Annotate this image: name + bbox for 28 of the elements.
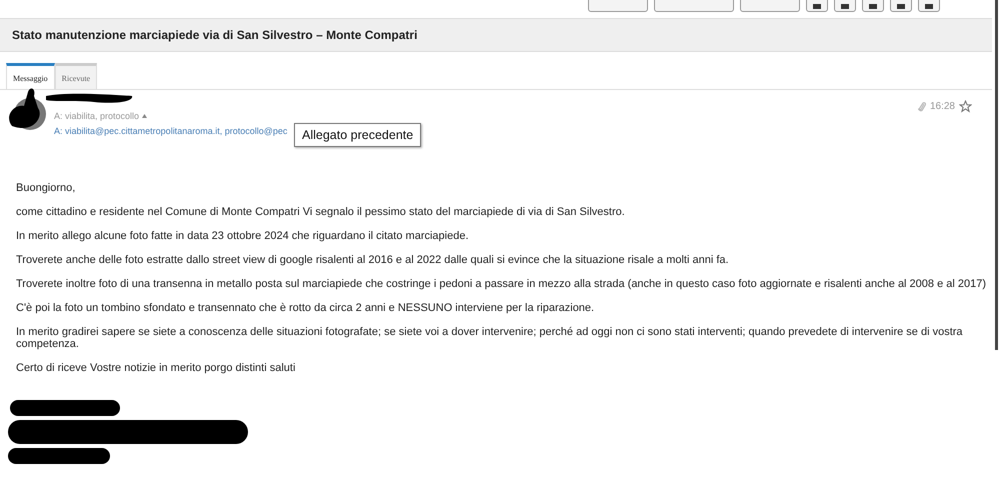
square-icon (897, 4, 905, 9)
email-paragraph: Certo di riceve Vostre notizie in merito porgo distinti saluti (16, 362, 296, 374)
square-icon (813, 4, 821, 9)
caret-icon[interactable] (142, 114, 148, 118)
email-paragraph: C'è poi la foto un tombino sfondato e transennato che è rotto da circa 2 anni e NESSUNO interviene per la riparazione. (16, 302, 596, 314)
tab[interactable]: Messaggio (6, 63, 55, 89)
recipients-summary[interactable]: A: viabilita, protocollo (54, 111, 140, 121)
tab[interactable]: Ricevute (54, 63, 98, 89)
toolbar-button[interactable] (862, 0, 884, 12)
email-paragraph: In merito gradirei sapere se siete a conoscenza delle situazioni fotografate; se siete voi a dover intervenire; perché ad oggi non ci sono stati interventi; quando prevedete di intervenire se di vostra competenza. (16, 326, 964, 350)
email-paragraph: Troverete anche delle foto estratte dallo street view di google risalenti al 2016 e al 2022 dalle quali si evince che la situazione risale a molti anni fa. (16, 254, 730, 266)
toolbar-button[interactable] (806, 0, 828, 12)
email-subject: Stato manutenzione marciapiede via di San Silvestro – Monte Compatri (12, 28, 418, 42)
square-icon (925, 4, 933, 9)
email-paragraph: In merito allego alcune foto fatte in data 23 ottobre 2024 che riguardano il citato marciapiede. (16, 230, 470, 242)
email-time: 16:28 (930, 101, 955, 112)
email-paragraph: Buongiorno, (16, 182, 76, 194)
star-icon[interactable] (959, 100, 972, 113)
scrollbar[interactable] (995, 0, 998, 350)
tooltip: Allegato precedente (294, 123, 422, 147)
recipients-list: A: viabilita@pec.cittametropolitanaroma.it, protocollo@pec (54, 126, 288, 136)
toolbar-button[interactable] (890, 0, 912, 12)
square-icon (841, 4, 849, 9)
toolbar-button[interactable] (834, 0, 856, 12)
email-paragraph: come cittadino e residente nel Comune di Monte Compatri Vi segnalo il pessimo stato del marciapiede di via di San Silvestro. (16, 206, 626, 218)
square-icon (869, 4, 877, 9)
toolbar-button[interactable] (918, 0, 940, 12)
email-paragraph: Troverete inoltre foto di una transenna in metallo posta sul marciapiede che costringe i pedoni a passare in mezzo alla strada (anche in questo caso foto aggiornate e risalenti anche al 2008 e al 2017) (16, 278, 986, 290)
